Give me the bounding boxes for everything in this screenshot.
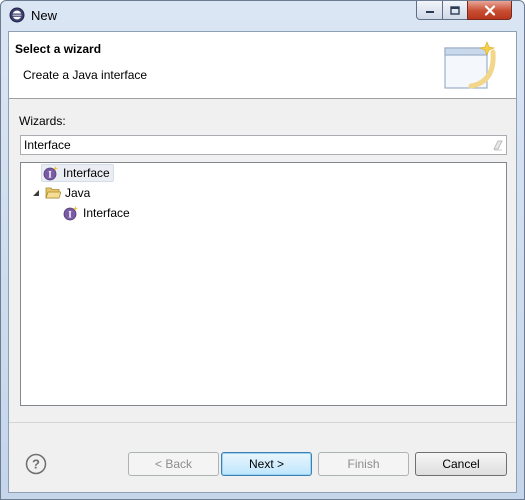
wizard-filter-input[interactable]	[20, 135, 507, 155]
java-interface-icon: I	[63, 206, 79, 221]
minimize-button[interactable]	[416, 1, 443, 20]
maximize-button[interactable]	[442, 1, 468, 20]
svg-text:?: ?	[32, 457, 40, 472]
tree-item-java[interactable]: Java	[31, 184, 90, 202]
java-interface-icon: I	[43, 166, 59, 181]
folder-open-icon	[45, 187, 61, 199]
wizard-tree[interactable]: I Interface Java I Interface	[20, 162, 507, 406]
close-icon	[484, 4, 495, 16]
svg-text:I: I	[48, 170, 52, 180]
header-description: Create a Java interface	[23, 68, 148, 82]
header-title: Select a wizard	[15, 42, 102, 56]
new-wizard-dialog: New Select a wizard Create a Java interf…	[0, 0, 525, 500]
next-button[interactable]: Next >	[221, 452, 312, 476]
window-title: New	[31, 8, 58, 23]
tree-item-label: Interface	[83, 206, 130, 220]
tree-item-label: Java	[65, 186, 91, 200]
eclipse-icon	[9, 7, 25, 23]
new-wizard-banner-icon	[444, 41, 496, 89]
tree-item-label: Interface	[63, 166, 110, 180]
title-bar[interactable]: New	[1, 1, 524, 31]
minimize-icon	[425, 11, 434, 13]
button-bar-separator	[9, 422, 516, 423]
finish-button[interactable]: Finish	[318, 452, 409, 476]
dialog-content: Select a wizard Create a Java interface …	[8, 31, 517, 493]
wizards-label: Wizards:	[19, 114, 66, 128]
close-button[interactable]	[467, 1, 512, 20]
clear-filter-icon[interactable]	[492, 139, 504, 151]
cancel-button[interactable]: Cancel	[415, 452, 507, 476]
back-button[interactable]: < Back	[128, 452, 219, 476]
help-icon[interactable]: ?	[25, 453, 47, 475]
expanded-arrow-icon[interactable]	[31, 188, 41, 198]
wizard-header: Select a wizard Create a Java interface	[9, 32, 516, 99]
maximize-icon	[450, 5, 460, 15]
svg-text:I: I	[68, 210, 72, 220]
tree-item-java-interface[interactable]: I Interface	[63, 204, 130, 222]
tree-item-interface-top[interactable]: I Interface	[41, 164, 114, 182]
